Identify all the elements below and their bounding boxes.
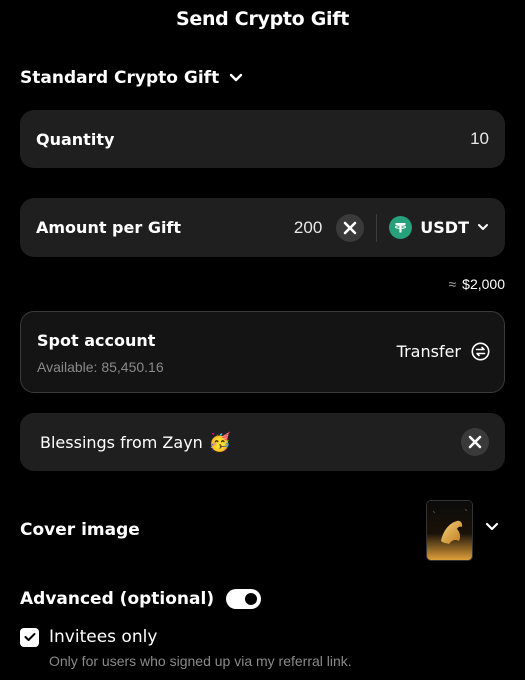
- approx-symbol: ≈: [448, 276, 457, 292]
- close-icon: [468, 435, 482, 449]
- gift-type-dropdown[interactable]: Standard Crypto Gift: [20, 68, 243, 88]
- chevron-down-icon: [230, 73, 243, 82]
- token-dropdown[interactable]: USDT: [389, 216, 489, 239]
- message-text: Blessings from Zayn: [40, 432, 203, 452]
- tether-icon: [389, 216, 413, 239]
- quantity-label: Quantity: [36, 129, 115, 149]
- spot-account-title: Spot account: [37, 331, 156, 350]
- available-balance: Available: 85,450.16: [37, 359, 164, 375]
- clear-message-button[interactable]: [461, 428, 489, 456]
- invitees-only-label: Invitees only: [49, 627, 158, 647]
- gift-type-label: Standard Crypto Gift: [20, 68, 220, 88]
- divider: [376, 213, 378, 242]
- invitees-only-row: Invitees only: [20, 627, 157, 647]
- cover-image-label: Cover image: [20, 520, 140, 540]
- token-name: USDT: [420, 218, 469, 237]
- page-title: Send Crypto Gift: [175, 8, 350, 30]
- approx-value: $2,000: [462, 276, 505, 292]
- transfer-icon: [471, 342, 490, 361]
- approx-total: ≈ $2,000: [448, 276, 505, 292]
- chevron-down-icon: [478, 224, 488, 230]
- advanced-row: Advanced (optional): [20, 589, 262, 609]
- amount-per-gift-field: Amount per Gift 200 USDT: [20, 198, 505, 257]
- quantity-field[interactable]: Quantity 10: [20, 110, 505, 168]
- invitees-hint: Only for users who signed up via my refe…: [49, 653, 352, 669]
- spot-account-card: Spot account Available: 85,450.16 Transf…: [20, 311, 505, 393]
- quantity-input[interactable]: 10: [470, 129, 489, 149]
- message-field[interactable]: Blessings from Zayn 🥳: [20, 413, 505, 471]
- party-face-emoji: 🥳: [208, 431, 232, 453]
- checkmark-icon: [24, 633, 35, 641]
- transfer-button[interactable]: Transfer: [397, 342, 490, 361]
- advanced-toggle[interactable]: [226, 589, 262, 609]
- cover-image-thumbnail[interactable]: [426, 500, 473, 561]
- toggle-knob: [245, 593, 258, 605]
- chevron-down-icon[interactable]: [485, 522, 499, 532]
- message-input[interactable]: Blessings from Zayn 🥳: [40, 432, 231, 453]
- close-icon: [343, 221, 357, 234]
- invitees-only-checkbox[interactable]: [20, 627, 39, 647]
- amount-label: Amount per Gift: [36, 218, 182, 237]
- amount-input[interactable]: 200: [294, 218, 322, 238]
- advanced-label: Advanced (optional): [20, 589, 215, 609]
- transfer-label: Transfer: [396, 342, 461, 361]
- clear-amount-button[interactable]: [336, 213, 365, 242]
